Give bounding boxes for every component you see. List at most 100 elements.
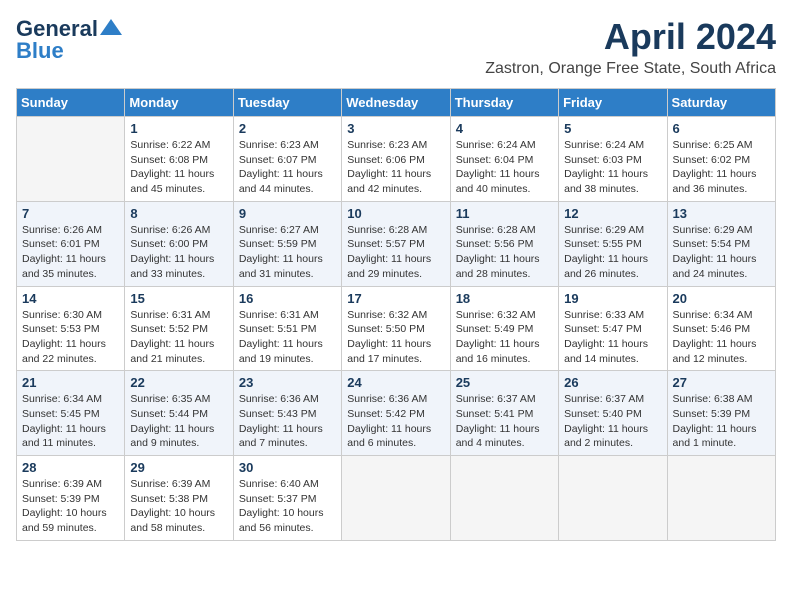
- logo-blue: Blue: [16, 38, 64, 64]
- day-info: Sunrise: 6:34 AM Sunset: 5:46 PM Dayligh…: [673, 308, 770, 367]
- day-info: Sunrise: 6:32 AM Sunset: 5:49 PM Dayligh…: [456, 308, 553, 367]
- calendar-cell: 11 Sunrise: 6:28 AM Sunset: 5:56 PM Dayli…: [450, 201, 558, 286]
- calendar-header-row: SundayMondayTuesdayWednesdayThursdayFrid…: [17, 89, 776, 117]
- day-number: 6: [673, 121, 770, 136]
- calendar-cell: 21Sunrise: 6:34 AM Sunset: 5:45 PM Dayli…: [17, 371, 125, 456]
- calendar-cell: 19Sunrise: 6:33 AM Sunset: 5:47 PM Dayli…: [559, 286, 667, 371]
- day-info: Sunrise: 6:26 AM Sunset: 6:01 PM Dayligh…: [22, 223, 119, 282]
- calendar-cell: 14 Sunrise: 6:30 AM Sunset: 5:53 PM Dayli…: [17, 286, 125, 371]
- day-info: Sunrise: 6:36 AM Sunset: 5:42 PM Dayligh…: [347, 392, 444, 451]
- day-info: Sunrise: 6:23 AM Sunset: 6:06 PM Dayligh…: [347, 138, 444, 197]
- calendar-cell: 28 Sunrise: 6:39 AM Sunset: 5:39 PM Dayli…: [17, 456, 125, 541]
- calendar-header-saturday: Saturday: [667, 89, 775, 117]
- day-number: 4: [456, 121, 553, 136]
- calendar-cell: 1 Sunrise: 6:22 AM Sunset: 6:08 PM Daylig…: [125, 117, 233, 202]
- day-number: 29: [130, 460, 227, 475]
- day-number: 25: [456, 375, 553, 390]
- day-number: 14: [22, 291, 119, 306]
- calendar-cell: 30 Sunrise: 6:40 AM Sunset: 5:37 PM Dayli…: [233, 456, 341, 541]
- day-info: Sunrise: 6:28 AM Sunset: 5:57 PM Dayligh…: [347, 223, 444, 282]
- calendar-cell: 12 Sunrise: 6:29 AM Sunset: 5:55 PM Dayli…: [559, 201, 667, 286]
- day-number: 11: [456, 206, 553, 221]
- day-number: 9: [239, 206, 336, 221]
- day-info: Sunrise: 6:29 AM Sunset: 5:55 PM Dayligh…: [564, 223, 661, 282]
- day-info: Sunrise: 6:32 AM Sunset: 5:50 PM Dayligh…: [347, 308, 444, 367]
- day-info: Sunrise: 6:25 AM Sunset: 6:02 PM Dayligh…: [673, 138, 770, 197]
- calendar-cell: 24 Sunrise: 6:36 AM Sunset: 5:42 PM Dayli…: [342, 371, 450, 456]
- day-number: 23: [239, 375, 336, 390]
- calendar-cell: 10 Sunrise: 6:28 AM Sunset: 5:57 PM Dayli…: [342, 201, 450, 286]
- month-title: April 2024: [485, 16, 776, 58]
- logo-icon: [100, 17, 122, 37]
- calendar-week-row: 28 Sunrise: 6:39 AM Sunset: 5:39 PM Dayli…: [17, 456, 776, 541]
- calendar-cell: 18 Sunrise: 6:32 AM Sunset: 5:49 PM Dayli…: [450, 286, 558, 371]
- calendar-week-row: 7 Sunrise: 6:26 AM Sunset: 6:01 PM Daylig…: [17, 201, 776, 286]
- day-number: 1: [130, 121, 227, 136]
- day-info: Sunrise: 6:24 AM Sunset: 6:03 PM Dayligh…: [564, 138, 661, 197]
- calendar-cell: [667, 456, 775, 541]
- day-info: Sunrise: 6:36 AM Sunset: 5:43 PM Dayligh…: [239, 392, 336, 451]
- day-info: Sunrise: 6:23 AM Sunset: 6:07 PM Dayligh…: [239, 138, 336, 197]
- calendar-week-row: 1 Sunrise: 6:22 AM Sunset: 6:08 PM Daylig…: [17, 117, 776, 202]
- day-info: Sunrise: 6:34 AM Sunset: 5:45 PM Dayligh…: [22, 392, 119, 451]
- calendar-cell: 22 Sunrise: 6:35 AM Sunset: 5:44 PM Dayli…: [125, 371, 233, 456]
- day-number: 18: [456, 291, 553, 306]
- calendar: SundayMondayTuesdayWednesdayThursdayFrid…: [16, 88, 776, 541]
- day-number: 15: [130, 291, 227, 306]
- day-info: Sunrise: 6:39 AM Sunset: 5:38 PM Dayligh…: [130, 477, 227, 536]
- day-number: 8: [130, 206, 227, 221]
- calendar-cell: 5 Sunrise: 6:24 AM Sunset: 6:03 PM Daylig…: [559, 117, 667, 202]
- day-info: Sunrise: 6:26 AM Sunset: 6:00 PM Dayligh…: [130, 223, 227, 282]
- day-info: Sunrise: 6:22 AM Sunset: 6:08 PM Dayligh…: [130, 138, 227, 197]
- calendar-cell: [450, 456, 558, 541]
- day-info: Sunrise: 6:28 AM Sunset: 5:56 PM Dayligh…: [456, 223, 553, 282]
- day-number: 7: [22, 206, 119, 221]
- calendar-week-row: 21Sunrise: 6:34 AM Sunset: 5:45 PM Dayli…: [17, 371, 776, 456]
- day-number: 2: [239, 121, 336, 136]
- calendar-header-sunday: Sunday: [17, 89, 125, 117]
- title-area: April 2024 Zastron, Orange Free State, S…: [485, 16, 776, 78]
- calendar-header-wednesday: Wednesday: [342, 89, 450, 117]
- day-number: 28: [22, 460, 119, 475]
- calendar-cell: 7 Sunrise: 6:26 AM Sunset: 6:01 PM Daylig…: [17, 201, 125, 286]
- calendar-cell: 29 Sunrise: 6:39 AM Sunset: 5:38 PM Dayli…: [125, 456, 233, 541]
- day-number: 20: [673, 291, 770, 306]
- day-number: 26: [564, 375, 661, 390]
- calendar-cell: 23 Sunrise: 6:36 AM Sunset: 5:43 PM Dayli…: [233, 371, 341, 456]
- calendar-header-friday: Friday: [559, 89, 667, 117]
- calendar-cell: [342, 456, 450, 541]
- day-number: 13: [673, 206, 770, 221]
- calendar-header-thursday: Thursday: [450, 89, 558, 117]
- calendar-cell: 17Sunrise: 6:32 AM Sunset: 5:50 PM Dayli…: [342, 286, 450, 371]
- day-info: Sunrise: 6:24 AM Sunset: 6:04 PM Dayligh…: [456, 138, 553, 197]
- calendar-cell: 26Sunrise: 6:37 AM Sunset: 5:40 PM Dayli…: [559, 371, 667, 456]
- day-info: Sunrise: 6:39 AM Sunset: 5:39 PM Dayligh…: [22, 477, 119, 536]
- calendar-cell: [559, 456, 667, 541]
- location-title: Zastron, Orange Free State, South Africa: [485, 60, 776, 78]
- day-number: 30: [239, 460, 336, 475]
- calendar-cell: 3 Sunrise: 6:23 AM Sunset: 6:06 PM Daylig…: [342, 117, 450, 202]
- day-number: 24: [347, 375, 444, 390]
- day-info: Sunrise: 6:33 AM Sunset: 5:47 PM Dayligh…: [564, 308, 661, 367]
- day-info: Sunrise: 6:37 AM Sunset: 5:41 PM Dayligh…: [456, 392, 553, 451]
- calendar-cell: 4 Sunrise: 6:24 AM Sunset: 6:04 PM Daylig…: [450, 117, 558, 202]
- day-info: Sunrise: 6:40 AM Sunset: 5:37 PM Dayligh…: [239, 477, 336, 536]
- day-info: Sunrise: 6:35 AM Sunset: 5:44 PM Dayligh…: [130, 392, 227, 451]
- day-info: Sunrise: 6:30 AM Sunset: 5:53 PM Dayligh…: [22, 308, 119, 367]
- calendar-cell: 6 Sunrise: 6:25 AM Sunset: 6:02 PM Daylig…: [667, 117, 775, 202]
- day-info: Sunrise: 6:31 AM Sunset: 5:52 PM Dayligh…: [130, 308, 227, 367]
- day-info: Sunrise: 6:38 AM Sunset: 5:39 PM Dayligh…: [673, 392, 770, 451]
- day-number: 5: [564, 121, 661, 136]
- calendar-cell: 27Sunrise: 6:38 AM Sunset: 5:39 PM Dayli…: [667, 371, 775, 456]
- day-info: Sunrise: 6:31 AM Sunset: 5:51 PM Dayligh…: [239, 308, 336, 367]
- day-number: 16: [239, 291, 336, 306]
- calendar-cell: 2 Sunrise: 6:23 AM Sunset: 6:07 PM Daylig…: [233, 117, 341, 202]
- calendar-cell: 8 Sunrise: 6:26 AM Sunset: 6:00 PM Daylig…: [125, 201, 233, 286]
- day-number: 10: [347, 206, 444, 221]
- day-info: Sunrise: 6:29 AM Sunset: 5:54 PM Dayligh…: [673, 223, 770, 282]
- day-number: 22: [130, 375, 227, 390]
- day-number: 12: [564, 206, 661, 221]
- calendar-cell: [17, 117, 125, 202]
- calendar-cell: 15 Sunrise: 6:31 AM Sunset: 5:52 PM Dayli…: [125, 286, 233, 371]
- day-number: 3: [347, 121, 444, 136]
